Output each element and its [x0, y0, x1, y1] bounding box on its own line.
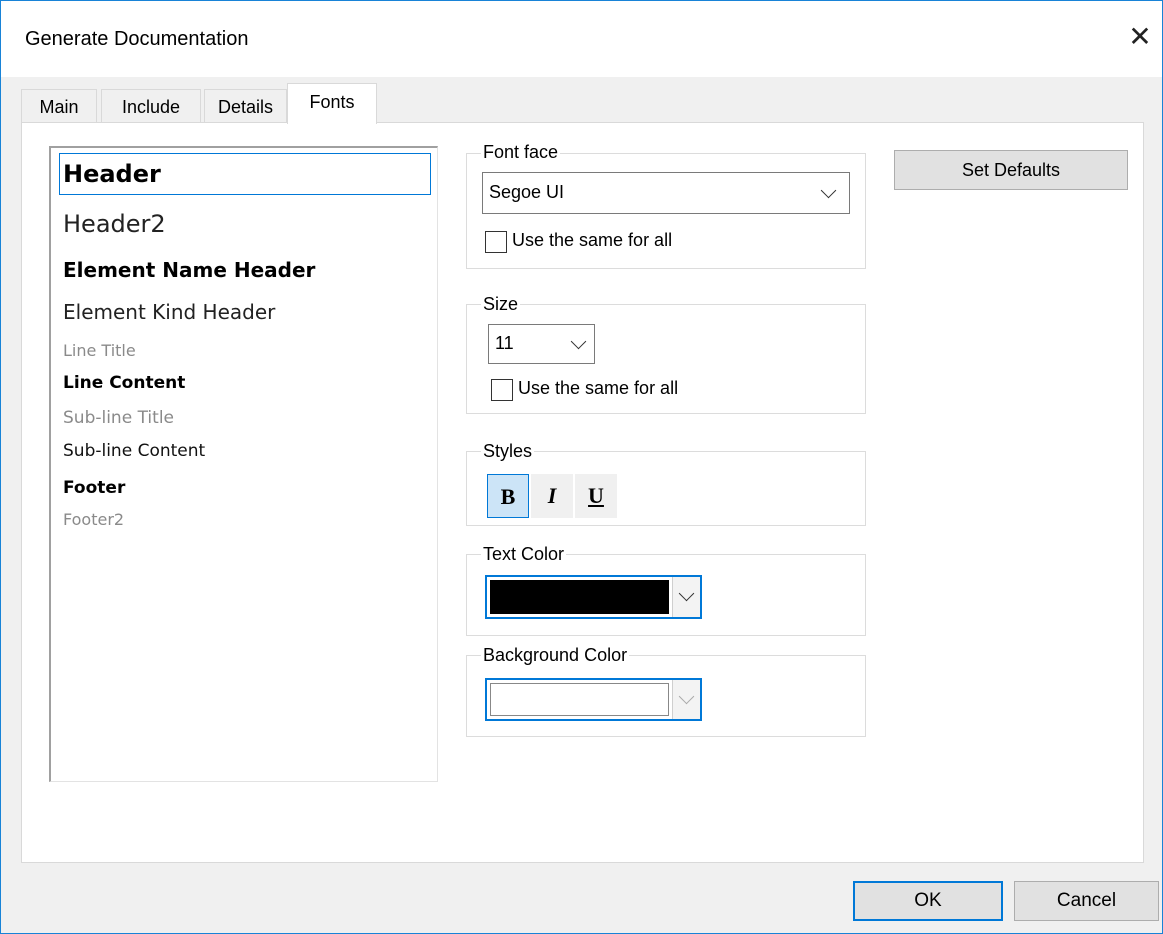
list-item[interactable]: Sub-line Title	[63, 408, 174, 428]
text-color-dropdown-arrow[interactable]	[672, 577, 700, 617]
set-defaults-label: Set Defaults	[961, 160, 1061, 180]
list-item[interactable]: Footer	[63, 478, 125, 498]
underline-button-label: U	[588, 483, 604, 508]
list-item[interactable]: Sub-line Content	[63, 441, 205, 461]
chevron-down-icon	[678, 585, 695, 602]
size-same-for-all-checkbox[interactable]	[491, 379, 513, 401]
font-face-same-for-all-checkbox[interactable]	[485, 231, 507, 253]
list-item[interactable]: Line Content	[63, 373, 185, 393]
italic-button[interactable]: I	[531, 474, 573, 518]
title-bar[interactable]: Generate Documentation ✕	[1, 1, 1162, 77]
tab-include-label: Include	[121, 97, 181, 117]
list-item[interactable]: Line Title	[63, 341, 136, 360]
italic-button-label: I	[547, 483, 557, 508]
tab-details[interactable]: Details	[204, 89, 287, 123]
size-group-label: Size	[481, 293, 521, 315]
tab-include[interactable]: Include	[101, 89, 201, 123]
list-item[interactable]: Header2	[63, 210, 166, 238]
font-element-list[interactable]: Header Header2 Element Name Header Eleme…	[49, 146, 438, 782]
styles-group-label: Styles	[481, 440, 535, 462]
chevron-down-icon	[820, 182, 837, 199]
cancel-button[interactable]: Cancel	[1014, 881, 1159, 921]
background-color-dropdown-arrow[interactable]	[672, 680, 700, 719]
ok-button[interactable]: OK	[853, 881, 1003, 921]
text-color-group-label: Text Color	[481, 543, 567, 565]
tab-bar: Main Include Details Fonts	[21, 83, 1151, 124]
list-item[interactable]: Header	[59, 153, 431, 195]
font-face-group-label: Font face	[481, 141, 561, 163]
close-icon[interactable]: ✕	[1125, 19, 1155, 55]
tab-fonts[interactable]: Fonts	[287, 83, 377, 124]
cancel-label: Cancel	[1056, 890, 1117, 911]
size-same-for-all-label: Use the same for all	[518, 378, 679, 398]
list-item[interactable]: Element Kind Header	[63, 300, 275, 324]
dialog-window: Generate Documentation ✕ Main Include De…	[0, 0, 1163, 934]
font-face-select[interactable]: Segoe UI	[482, 172, 850, 214]
background-color-group-label: Background Color	[481, 644, 630, 666]
size-select[interactable]: 11	[488, 324, 595, 364]
ok-label: OK	[914, 890, 942, 911]
text-color-swatch	[490, 580, 669, 614]
background-color-swatch	[490, 683, 669, 716]
size-value: 11	[495, 333, 514, 353]
list-item[interactable]: Footer2	[63, 510, 124, 529]
text-color-picker[interactable]	[485, 575, 702, 619]
tab-details-label: Details	[217, 97, 274, 117]
tab-main-label: Main	[39, 97, 79, 117]
tab-main[interactable]: Main	[21, 89, 97, 123]
bold-button[interactable]: B	[487, 474, 529, 518]
tab-fonts-label: Fonts	[309, 92, 355, 112]
background-color-picker[interactable]	[485, 678, 702, 721]
dialog-title: Generate Documentation	[25, 28, 249, 50]
chevron-down-icon	[678, 688, 695, 705]
list-item[interactable]: Element Name Header	[63, 258, 315, 282]
set-defaults-button[interactable]: Set Defaults	[894, 150, 1128, 190]
chevron-down-icon	[570, 333, 587, 350]
font-face-value: Segoe UI	[489, 182, 565, 202]
bold-button-label: B	[500, 484, 516, 509]
font-face-same-for-all-label: Use the same for all	[512, 230, 673, 250]
underline-button[interactable]: U	[575, 474, 617, 518]
